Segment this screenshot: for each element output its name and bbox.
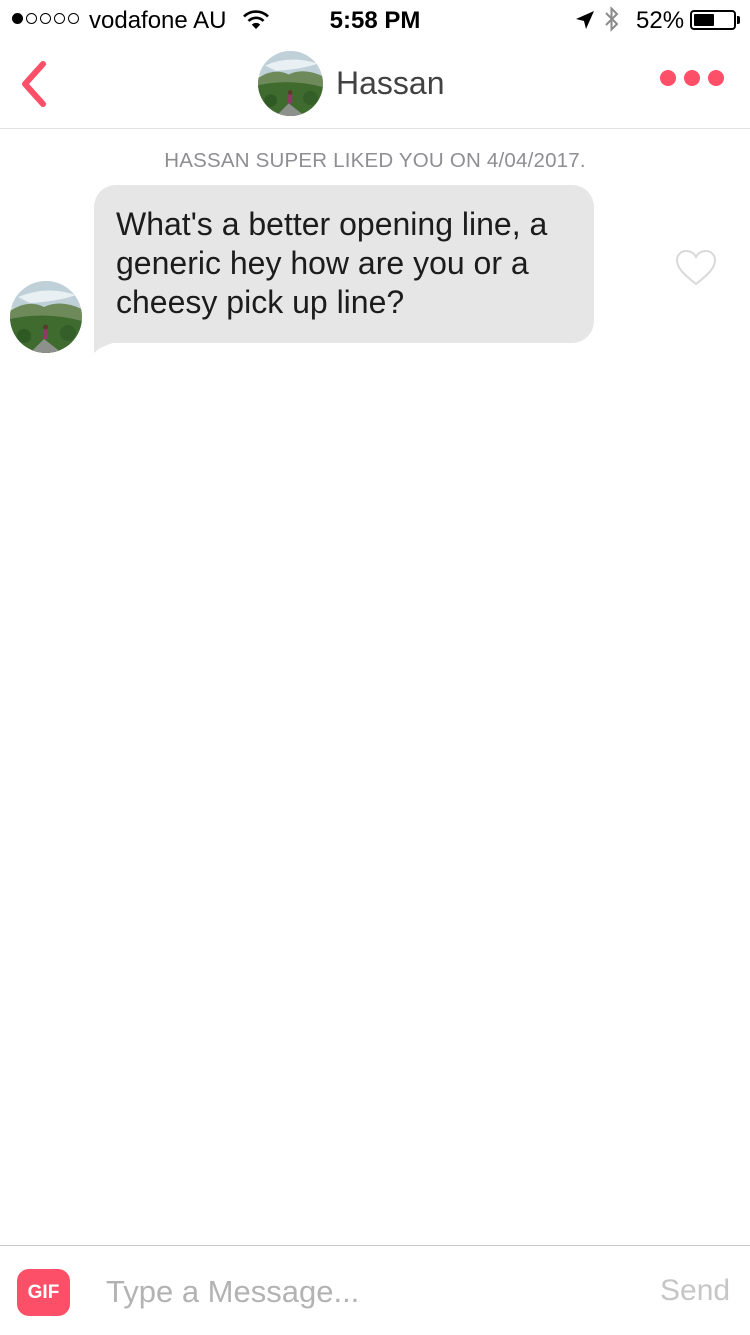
message-input[interactable] bbox=[106, 1266, 626, 1318]
contact-avatar[interactable] bbox=[258, 51, 323, 116]
back-button[interactable] bbox=[14, 56, 54, 112]
contact-name[interactable]: Hassan bbox=[336, 65, 445, 102]
status-bar: vodafone AU 5:58 PM 52% bbox=[0, 0, 750, 40]
message-composer: GIF Send bbox=[0, 1245, 750, 1335]
more-dots-icon bbox=[708, 70, 724, 86]
battery-percentage: 52% bbox=[636, 7, 685, 34]
super-like-notice: HASSAN SUPER LIKED YOU ON 4/04/2017. bbox=[164, 149, 586, 172]
message-bubble[interactable]: What's a better opening line, a generic … bbox=[94, 185, 594, 343]
bluetooth-icon bbox=[604, 6, 620, 39]
heart-outline-icon bbox=[675, 249, 717, 286]
chat-header: Hassan bbox=[0, 40, 750, 129]
location-arrow-icon bbox=[575, 9, 595, 37]
more-dots-icon bbox=[684, 70, 700, 86]
send-button[interactable]: Send bbox=[660, 1274, 730, 1308]
more-dots-icon bbox=[660, 70, 676, 86]
chevron-left-icon bbox=[22, 61, 46, 107]
battery-nub bbox=[737, 16, 740, 24]
gif-button[interactable]: GIF bbox=[17, 1269, 70, 1316]
like-message-button[interactable] bbox=[674, 248, 718, 293]
more-options-button[interactable] bbox=[660, 70, 724, 86]
message-sender-avatar[interactable] bbox=[10, 281, 82, 353]
battery-icon bbox=[690, 10, 736, 30]
